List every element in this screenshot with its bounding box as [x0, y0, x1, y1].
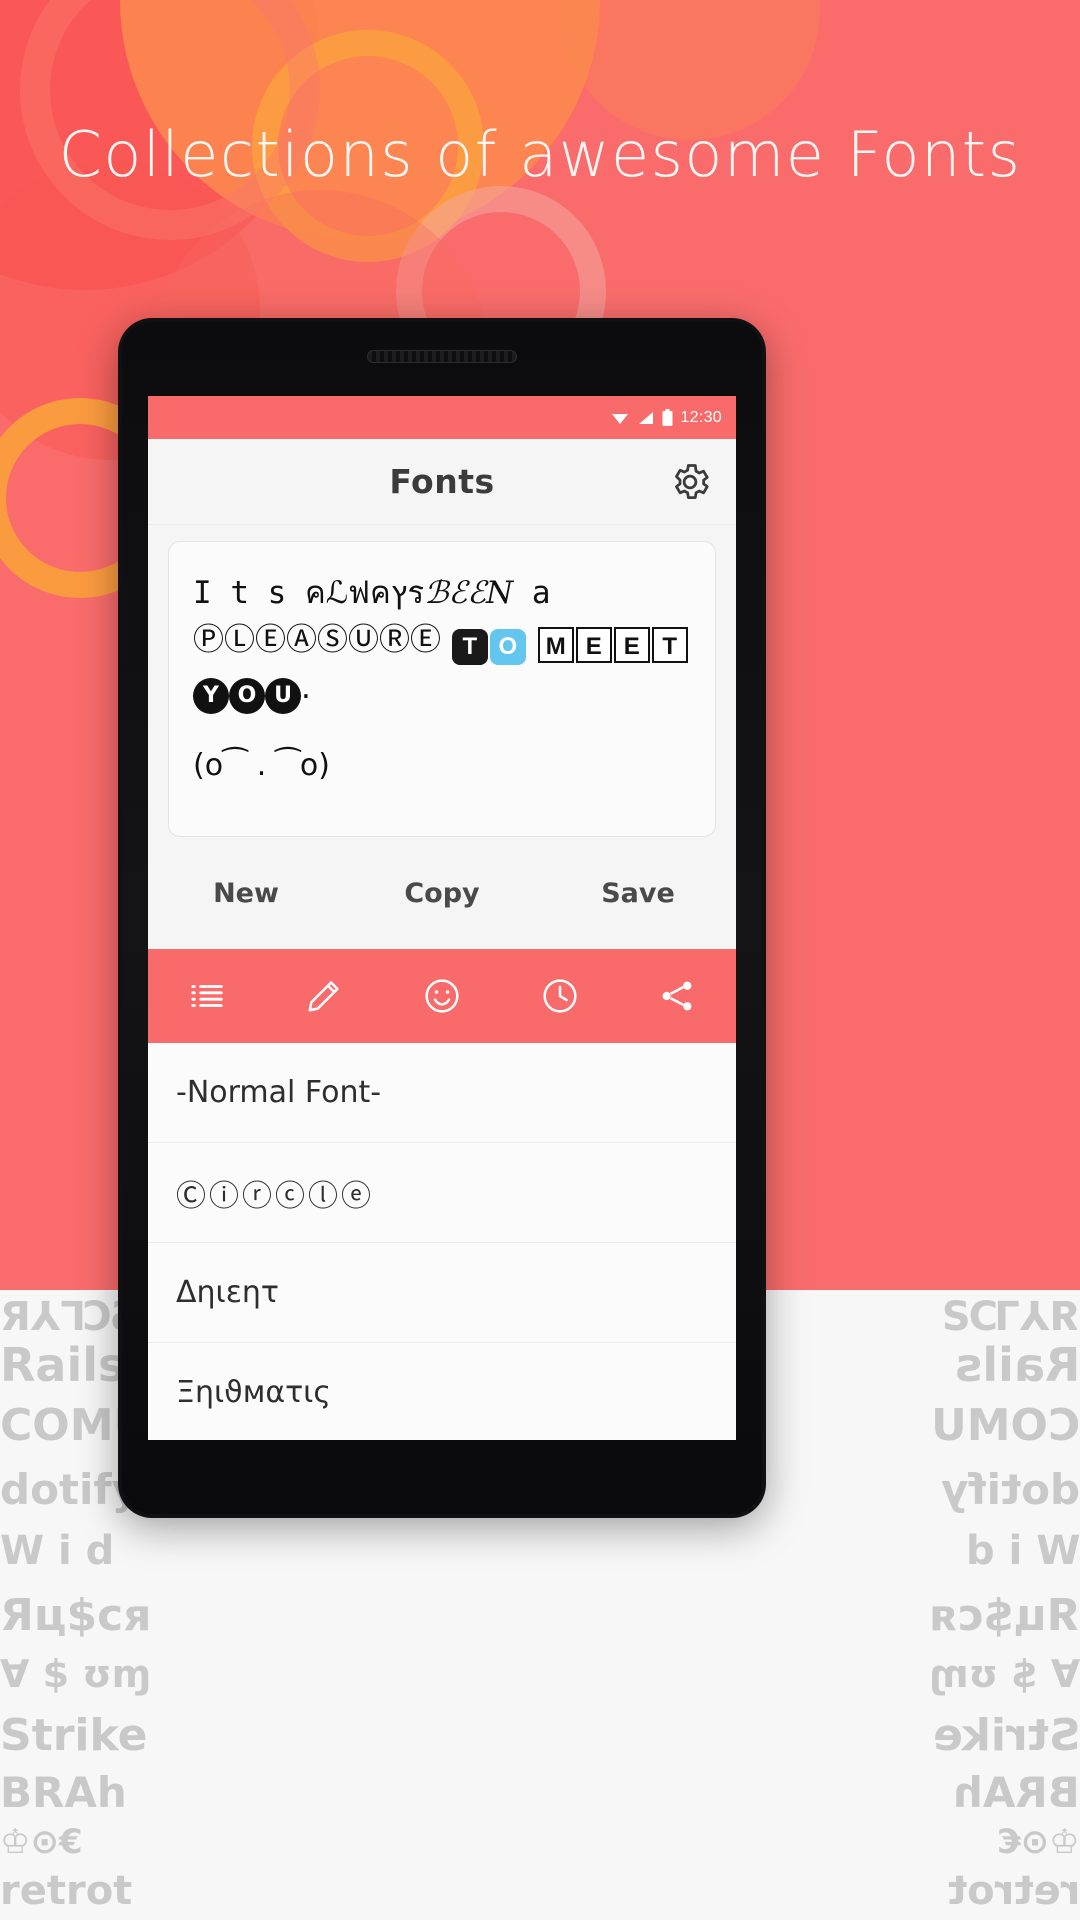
- watermark-text-mirror: Я⅄⅂ϽƧ: [939, 1294, 1080, 1340]
- settings-button[interactable]: [666, 458, 714, 506]
- tool-list-button[interactable]: [148, 949, 266, 1043]
- preview-line1-styled: คℒฟคץร: [304, 575, 425, 611]
- new-button[interactable]: New: [148, 878, 344, 909]
- watermark-row: retrot retrot: [0, 1868, 1080, 1914]
- watermark-text: Rails: [0, 1338, 126, 1392]
- watermark-text-mirror: ∀ $ ʊɱ: [928, 1652, 1080, 1696]
- watermark-text-mirror: ♔⊙€: [997, 1822, 1080, 1862]
- tablet-device-frame: 12:30 Fonts I t s คℒฟคץรℬℰℰN a ⓅⓁⒺⒶⓈⓊⓇⒺ …: [118, 318, 766, 1518]
- watermark-text-mirror: Strike: [932, 1710, 1080, 1761]
- watermark-row: BRAh BRAh: [0, 1768, 1080, 1817]
- signal-icon: [639, 411, 654, 424]
- battery-icon: [662, 409, 673, 426]
- preview-line1-tail: a: [513, 575, 551, 611]
- wifi-icon: [612, 413, 629, 424]
- preview-area: I t s คℒฟคץรℬℰℰN a ⓅⓁⒺⒶⓈⓊⓇⒺ TO MEET YOU.…: [148, 525, 736, 837]
- app-bar: Fonts: [148, 439, 736, 525]
- watermark-text-mirror: dotify: [940, 1465, 1080, 1514]
- preview-text: I t s คℒฟคץรℬℰℰN a ⓅⓁⒺⒶⓈⓊⓇⒺ TO MEET YOU.: [193, 570, 691, 715]
- device-screen: 12:30 Fonts I t s คℒฟคץรℬℰℰN a ⓅⓁⒺⒶⓈⓊⓇⒺ …: [148, 396, 736, 1440]
- tool-share-button[interactable]: [618, 949, 736, 1043]
- preview-emoticon: (o⁀ . ⁀o): [193, 748, 330, 784]
- watermark-text: W i d: [0, 1528, 115, 1574]
- share-icon: [662, 981, 692, 1011]
- font-list-item-enigmatic[interactable]: Ξηιϑмατις: [148, 1343, 736, 1440]
- watermark-text-mirror: Rails: [954, 1338, 1080, 1392]
- watermark-text: ∀ $ ʊɱ: [0, 1652, 152, 1696]
- pencil-icon: [308, 981, 340, 1012]
- preview-box-e2: E: [613, 627, 650, 664]
- gear-icon: [675, 463, 709, 499]
- list-icon: [191, 985, 223, 1007]
- action-row: New Copy Save: [148, 837, 736, 949]
- watermark-row: Strike Strike: [0, 1710, 1080, 1761]
- smiley-icon: [425, 979, 459, 1013]
- watermark-text: BRAh: [0, 1768, 127, 1817]
- watermark-row: ♔⊙€ ♔⊙€: [0, 1822, 1080, 1862]
- font-list: -Normal Font- Ⓒⓘⓡⓒⓛⓔ Δηιεητ Ξηιϑмατις S …: [148, 1043, 736, 1440]
- speaker-grille: [367, 350, 517, 363]
- preview-circle-o: O: [229, 678, 265, 715]
- watermark-row: W i d W i d: [0, 1528, 1080, 1574]
- tool-bar: [148, 949, 736, 1043]
- preview-card[interactable]: I t s คℒฟคץรℬℰℰN a ⓅⓁⒺⒶⓈⓊⓇⒺ TO MEET YOU.…: [168, 541, 716, 837]
- watermark-text-mirror: BRAh: [953, 1768, 1080, 1817]
- watermark-text: retrot: [0, 1868, 133, 1914]
- preview-tile-o: O: [489, 629, 526, 666]
- font-list-item-circle[interactable]: Ⓒⓘⓡⓒⓛⓔ: [148, 1143, 736, 1243]
- preview-period: .: [301, 670, 311, 707]
- watermark-text: Яц$cя: [0, 1590, 152, 1641]
- clock-icon: [542, 979, 577, 1013]
- app-title: Fonts: [389, 462, 495, 501]
- watermark-text: Strike: [0, 1710, 148, 1761]
- watermark-text-mirror: Яц$cя: [928, 1590, 1080, 1641]
- preview-circled-word: ⓅⓁⒺⒶⓈⓊⓇⒺ: [193, 622, 441, 659]
- preview-box-t: T: [651, 627, 688, 664]
- watermark-row: ∀ $ ʊɱ ∀ $ ʊɱ: [0, 1652, 1080, 1696]
- preview-box-e1: E: [575, 627, 612, 664]
- tool-emoji-button[interactable]: [383, 949, 501, 1043]
- preview-line1-plain: I t s: [193, 575, 305, 611]
- page-title: Collections of awesome Fonts: [58, 118, 1022, 191]
- preview-box-m: M: [537, 627, 574, 664]
- tool-recent-button[interactable]: [501, 949, 619, 1043]
- watermark-text-mirror: retrot: [947, 1868, 1080, 1914]
- save-button[interactable]: Save: [540, 878, 736, 909]
- status-bar-time: 12:30: [680, 408, 722, 426]
- preview-circle-y: Y: [193, 678, 229, 715]
- watermark-text-mirror: COMU: [930, 1400, 1080, 1451]
- preview-line1-script: ℬℰℰN: [424, 575, 514, 611]
- preview-tile-t: T: [451, 629, 488, 666]
- preview-circle-u: U: [265, 678, 301, 715]
- watermark-text-mirror: W i d: [965, 1528, 1080, 1574]
- copy-button[interactable]: Copy: [344, 878, 540, 909]
- font-list-item-ancient[interactable]: Δηιεητ: [148, 1243, 736, 1343]
- font-list-item-normal[interactable]: -Normal Font-: [148, 1043, 736, 1143]
- watermark-row: Яц$cя Яц$cя: [0, 1590, 1080, 1641]
- watermark-text: ♔⊙€: [0, 1822, 83, 1862]
- status-bar: 12:30: [148, 396, 736, 439]
- tool-edit-button[interactable]: [266, 949, 384, 1043]
